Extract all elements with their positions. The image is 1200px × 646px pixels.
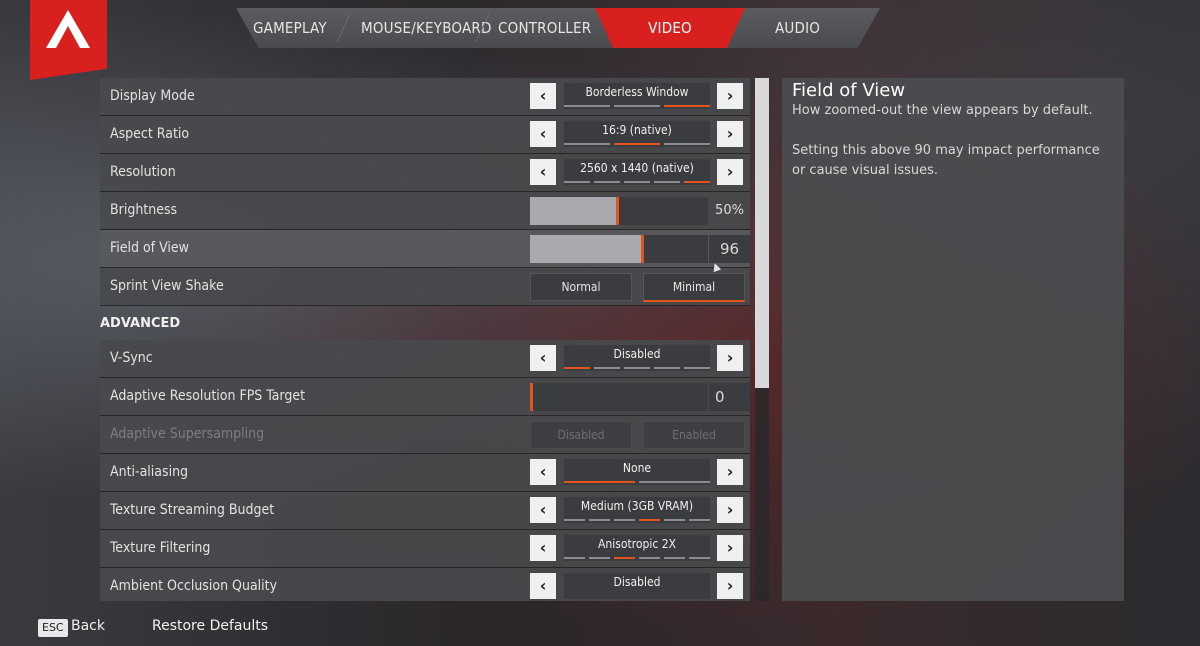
option-indicator xyxy=(564,519,710,521)
next-arrow-button[interactable]: › xyxy=(717,121,743,147)
description-title: Field of View xyxy=(792,80,906,101)
prev-arrow-button[interactable]: ‹ xyxy=(530,535,556,561)
field-of-view-slider[interactable] xyxy=(530,235,708,263)
setting-adaptive-supersampling: Adaptive Supersampling Disabled Enabled xyxy=(100,416,750,454)
prev-arrow-button[interactable]: ‹ xyxy=(530,497,556,523)
texture-filtering-selector[interactable]: Anisotropic 2X xyxy=(564,535,710,561)
option-enabled-button: Enabled xyxy=(643,421,745,449)
setting-sprint-view-shake: Sprint View Shake Normal Minimal xyxy=(100,268,750,306)
slider-value-input[interactable]: 96 xyxy=(709,235,750,263)
setting-display-mode: Display Mode ‹ Borderless Window › xyxy=(100,78,750,116)
prev-arrow-button[interactable]: ‹ xyxy=(530,345,556,371)
setting-value: Disabled xyxy=(613,575,661,589)
setting-field-of-view: Field of View 96 xyxy=(100,230,750,268)
setting-vsync: V-Sync ‹ Disabled › xyxy=(100,340,750,378)
restore-defaults-button[interactable]: Restore Defaults xyxy=(152,618,268,634)
setting-label: Ambient Occlusion Quality xyxy=(110,578,278,594)
tab-mouse-keyboard[interactable]: MOUSE/KEYBOARD xyxy=(361,8,492,48)
option-indicator xyxy=(564,143,710,145)
texture-budget-selector[interactable]: Medium (3GB VRAM) xyxy=(564,497,710,523)
option-disabled-button: Disabled xyxy=(530,421,632,449)
setting-value: Anisotropic 2X xyxy=(598,537,676,551)
apex-logo xyxy=(30,0,107,80)
prev-arrow-button[interactable]: ‹ xyxy=(530,121,556,147)
setting-anti-aliasing: Anti-aliasing ‹ None › xyxy=(100,454,750,492)
setting-value: Disabled xyxy=(613,347,661,361)
setting-ambient-occlusion: Ambient Occlusion Quality ‹ Disabled › xyxy=(100,568,750,601)
section-title-advanced: ADVANCED xyxy=(100,316,181,331)
setting-texture-streaming-budget: Texture Streaming Budget ‹ Medium (3GB V… xyxy=(100,492,750,530)
prev-arrow-button[interactable]: ‹ xyxy=(530,573,556,599)
slider-fill xyxy=(530,235,644,263)
adaptive-resolution-slider[interactable] xyxy=(530,383,708,411)
setting-texture-filtering: Texture Filtering ‹ Anisotropic 2X › xyxy=(100,530,750,568)
setting-label: Texture Filtering xyxy=(110,540,211,556)
setting-aspect-ratio: Aspect Ratio ‹ 16:9 (native) › xyxy=(100,116,750,154)
setting-value: 2560 x 1440 (native) xyxy=(580,161,694,175)
setting-adaptive-resolution: Adaptive Resolution FPS Target 0 xyxy=(100,378,750,416)
next-arrow-button[interactable]: › xyxy=(717,345,743,371)
setting-resolution: Resolution ‹ 2560 x 1440 (native) › xyxy=(100,154,750,192)
description-warning: Setting this above 90 may impact perform… xyxy=(792,143,1100,178)
aspect-ratio-selector[interactable]: 16:9 (native) xyxy=(564,121,710,147)
tab-gameplay[interactable]: GAMEPLAY xyxy=(253,8,327,48)
setting-label: Sprint View Shake xyxy=(110,278,224,294)
setting-label: Texture Streaming Budget xyxy=(110,502,275,518)
option-indicator xyxy=(564,481,710,483)
setting-label: Display Mode xyxy=(110,88,195,104)
vsync-selector[interactable]: Disabled xyxy=(564,345,710,371)
next-arrow-button[interactable]: › xyxy=(717,535,743,561)
setting-label: Anti-aliasing xyxy=(110,464,189,480)
option-indicator xyxy=(564,557,710,559)
display-mode-selector[interactable]: Borderless Window xyxy=(564,83,710,109)
anti-aliasing-selector[interactable]: None xyxy=(564,459,710,485)
next-arrow-button[interactable]: › xyxy=(717,459,743,485)
tab-video[interactable]: VIDEO xyxy=(595,8,745,48)
slider-value-input[interactable]: 0 xyxy=(709,383,750,411)
settings-list: Display Mode ‹ Borderless Window › Aspec… xyxy=(100,78,750,601)
next-arrow-button[interactable]: › xyxy=(717,83,743,109)
back-button[interactable]: Back xyxy=(71,618,105,634)
setting-label: Brightness xyxy=(110,202,178,218)
setting-label: Aspect Ratio xyxy=(110,126,190,142)
prev-arrow-button[interactable]: ‹ xyxy=(530,459,556,485)
setting-label: Resolution xyxy=(110,164,176,180)
setting-value: Medium (3GB VRAM) xyxy=(580,499,694,513)
setting-label: Adaptive Supersampling xyxy=(110,426,265,442)
setting-value: None xyxy=(622,461,652,475)
next-arrow-button[interactable]: › xyxy=(717,573,743,599)
setting-label: Field of View xyxy=(110,240,189,256)
setting-description-panel: Field of View How zoomed-out the view ap… xyxy=(782,78,1124,601)
next-arrow-button[interactable]: › xyxy=(717,497,743,523)
tab-controller[interactable]: CONTROLLER xyxy=(498,8,591,48)
esc-key-icon: ESC xyxy=(38,619,68,637)
option-indicator xyxy=(564,105,710,107)
prev-arrow-button[interactable]: ‹ xyxy=(530,159,556,185)
resolution-selector[interactable]: 2560 x 1440 (native) xyxy=(564,159,710,185)
top-nav-bar: GAMEPLAY MOUSE/KEYBOARD CONTROLLER VIDEO… xyxy=(0,0,1200,80)
ambient-occlusion-selector[interactable]: Disabled xyxy=(564,573,710,599)
slider-value: 50% xyxy=(715,203,744,218)
slider-fill xyxy=(530,383,533,411)
brightness-slider[interactable] xyxy=(530,197,708,225)
tab-audio[interactable]: AUDIO xyxy=(775,8,820,48)
setting-brightness: Brightness 50% xyxy=(100,192,750,230)
prev-arrow-button[interactable]: ‹ xyxy=(530,83,556,109)
description-text: How zoomed-out the view appears by defau… xyxy=(792,103,1093,118)
apex-logo-icon xyxy=(46,10,90,48)
option-indicator xyxy=(564,181,710,183)
setting-value: Borderless Window xyxy=(585,85,689,99)
setting-label: V-Sync xyxy=(110,350,153,366)
option-normal-button[interactable]: Normal xyxy=(530,273,632,301)
scrollbar-thumb[interactable] xyxy=(755,78,769,388)
setting-label: Adaptive Resolution FPS Target xyxy=(110,388,306,404)
option-indicator xyxy=(564,367,710,369)
slider-fill xyxy=(530,197,619,225)
setting-value: 16:9 (native) xyxy=(602,123,672,137)
next-arrow-button[interactable]: › xyxy=(717,159,743,185)
option-minimal-button[interactable]: Minimal xyxy=(643,273,745,302)
